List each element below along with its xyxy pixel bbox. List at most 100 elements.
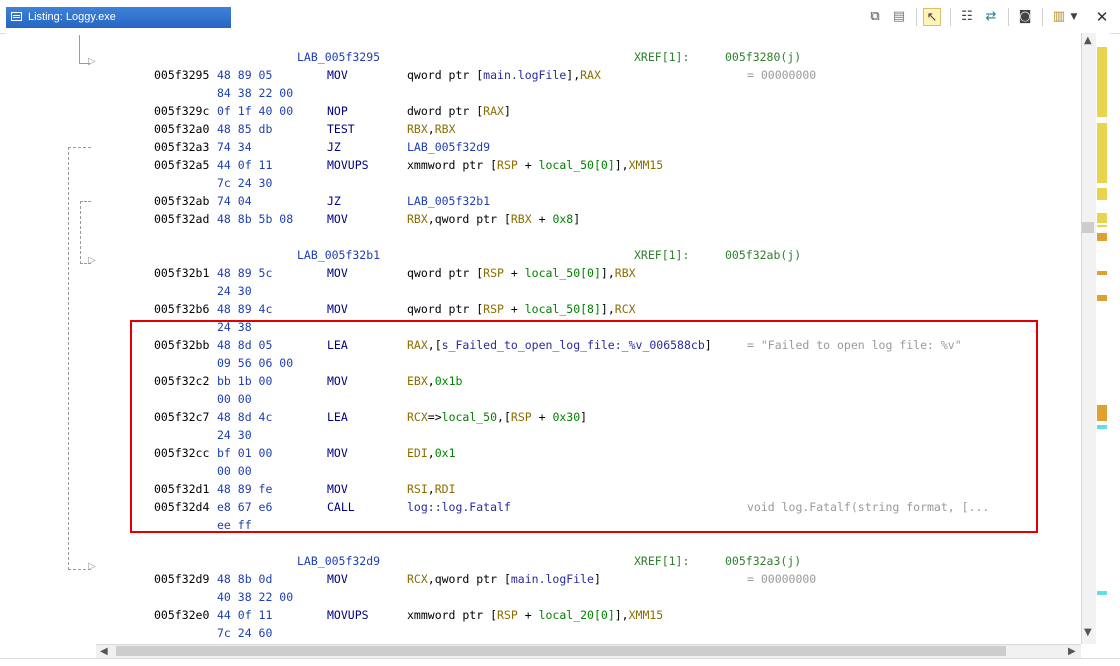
scroll-down-icon[interactable]: ▼: [1084, 627, 1092, 638]
listing-row[interactable]: [96, 228, 1081, 246]
instruction-operands[interactable]: RBX,RBX: [407, 120, 456, 138]
listing-row[interactable]: 005f32a5 44 0f 11 MOVUPS xmmword ptr [RSP +…: [96, 156, 1081, 174]
flow-arrowhead-icon: ▷: [88, 255, 96, 266]
operand-token: xmmword ptr [: [407, 608, 498, 622]
operand-token: ],: [614, 608, 629, 622]
operand-token: RSP: [483, 266, 504, 280]
toolbar-separator: [950, 8, 951, 26]
listing-row[interactable]: [96, 534, 1081, 552]
operand-token: ]: [503, 104, 511, 118]
instruction-operands[interactable]: xmmword ptr [RSP + local_50[0]],XMM15: [407, 156, 663, 174]
flow-arrowhead-icon: ▷: [88, 56, 96, 67]
listing-row[interactable]: 005f32e0 44 0f 11 MOVUPS xmmword ptr [RSP +…: [96, 606, 1081, 624]
instruction-operands[interactable]: qword ptr [RSP + local_50[8]],RCX: [407, 300, 636, 318]
operand-token: ]: [573, 212, 581, 226]
cursor-select-icon[interactable]: ↖: [923, 8, 941, 26]
instruction-operands[interactable]: LAB_005f32b1: [407, 192, 490, 210]
instruction-address: 005f32b1: [154, 266, 210, 280]
operand-token: local_50[0]: [524, 266, 601, 280]
toolbar-separator: [1042, 8, 1043, 26]
operand-token: LAB_005f32d9: [407, 140, 491, 154]
operand-token: ,qword ptr [: [427, 572, 511, 586]
vertical-scroll-thumb[interactable]: [1082, 222, 1094, 233]
instruction-mnemonic: MOV: [327, 302, 348, 316]
instruction-mnemonic: MOVUPS: [327, 158, 369, 172]
overview-marker: [1097, 213, 1107, 223]
code-label: LAB_005f32d9: [297, 554, 381, 568]
scroll-right-icon[interactable]: ▶: [1068, 646, 1076, 657]
display-options-icon[interactable]: ▥: [1050, 8, 1068, 26]
operand-token: +: [503, 266, 525, 280]
listing-row[interactable]: 005f32b1 48 89 5c MOV qword ptr [RSP + loca…: [96, 264, 1081, 282]
operand-token: +: [517, 608, 539, 622]
listing-row[interactable]: 24 30: [96, 282, 1081, 300]
instruction-operands[interactable]: LAB_005f32d9: [407, 138, 490, 156]
operand-token: main.logFile: [483, 68, 567, 82]
listing-row[interactable]: LAB_005f3295 XREF[1]: 005f3280(j): [96, 48, 1081, 66]
listing-row[interactable]: 005f329c 0f 1f 40 00 NOP dword ptr [RAX]: [96, 102, 1081, 120]
instruction-mnemonic: MOVUPS: [327, 608, 369, 622]
operand-token: RBX: [407, 212, 428, 226]
instruction-mnemonic: TEST: [327, 122, 355, 136]
instruction-bytes-continued: 7c 24 60: [217, 626, 273, 640]
listing-row[interactable]: 005f32ab 74 04 JZ LAB_005f32b1: [96, 192, 1081, 210]
vertical-scrollbar[interactable]: ▲ ▼: [1081, 33, 1096, 644]
overview-marker: [1097, 425, 1107, 429]
operand-token: RBX: [510, 212, 532, 226]
listing-row[interactable]: 7c 24 60: [96, 624, 1081, 642]
instruction-operands[interactable]: qword ptr [main.logFile],RAX: [407, 66, 601, 84]
xref-header: XREF[1]:: [634, 50, 690, 64]
listing-row[interactable]: LAB_005f32b1 XREF[1]: 005f32ab(j): [96, 246, 1081, 264]
operand-token: ],: [566, 68, 581, 82]
instruction-bytes: 48 8b 0d: [217, 572, 273, 586]
instruction-operands[interactable]: qword ptr [RSP + local_50[0]],RBX: [407, 264, 636, 282]
listing-row[interactable]: 005f32b6 48 89 4c MOV qword ptr [RSP + loca…: [96, 300, 1081, 318]
scroll-left-icon[interactable]: ◀: [100, 646, 108, 657]
xref-header: XREF[1]:: [634, 248, 690, 262]
operand-token: XMM15: [628, 158, 664, 172]
diff-icon[interactable]: ⇄: [982, 8, 1000, 26]
horizontal-scroll-thumb[interactable]: [116, 646, 1006, 656]
close-icon[interactable]: ✕: [1093, 8, 1111, 26]
window-title: Listing: Loggy.exe: [28, 11, 116, 23]
code-label: LAB_005f32b1: [297, 248, 381, 262]
overview-bar[interactable]: [1096, 33, 1110, 644]
instruction-address: 005f3295: [154, 68, 210, 82]
instruction-bytes-continued: 40 38 22 00: [217, 590, 294, 604]
field-layout-icon[interactable]: ☷: [958, 8, 976, 26]
listing-row[interactable]: 005f32a3 74 34 JZ LAB_005f32d9: [96, 138, 1081, 156]
flow-arrow-margin: ▷ ▷ ▷: [6, 33, 97, 658]
instruction-operands[interactable]: dword ptr [RAX]: [407, 102, 511, 120]
listing-row[interactable]: 005f32d9 48 8b 0d MOV RCX,qword ptr [main.l…: [96, 570, 1081, 588]
operand-token: ],: [600, 266, 615, 280]
operand-token: ,: [427, 122, 435, 136]
instruction-operands[interactable]: RCX,qword ptr [main.logFile]: [407, 570, 601, 588]
operand-token: xmmword ptr [: [407, 158, 498, 172]
dropdown-icon[interactable]: ▼: [1068, 8, 1080, 26]
instruction-bytes: 44 0f 11: [217, 158, 273, 172]
snapshot-icon[interactable]: ◙: [1016, 8, 1034, 26]
listing-row[interactable]: LAB_005f32d9 XREF[1]: 005f32a3(j): [96, 552, 1081, 570]
code-label: LAB_005f3295: [297, 50, 381, 64]
instruction-operands[interactable]: RBX,qword ptr [RBX + 0x8]: [407, 210, 580, 228]
listing-row[interactable]: 84 38 22 00: [96, 84, 1081, 102]
listing-row[interactable]: 005f32ad 48 8b 5b 08 MOV RBX,qword ptr [RBX…: [96, 210, 1081, 228]
highlight-box: [130, 320, 1038, 533]
operand-token: RSP: [483, 302, 504, 316]
operand-token: RBX: [614, 266, 636, 280]
listing-row[interactable]: 40 38 22 00: [96, 588, 1081, 606]
listing-row[interactable]: 005f3295 48 89 05 MOV qword ptr [main.logFi…: [96, 66, 1081, 84]
paste-icon[interactable]: ▤: [890, 8, 908, 26]
scroll-up-icon[interactable]: ▲: [1084, 35, 1092, 46]
instruction-bytes: 48 85 db: [217, 122, 273, 136]
listing-row[interactable]: 005f32a0 48 85 db TEST RBX,RBX: [96, 120, 1081, 138]
listing-row[interactable]: 7c 24 30: [96, 174, 1081, 192]
operand-token: dword ptr [: [407, 104, 484, 118]
xref-header: XREF[1]:: [634, 554, 690, 568]
instruction-address: 005f32b6: [154, 302, 210, 316]
listing-tab[interactable]: Listing: Loggy.exe: [6, 7, 231, 28]
operand-token: local_20[0]: [538, 608, 615, 622]
instruction-operands[interactable]: xmmword ptr [RSP + local_20[0]],XMM15: [407, 606, 663, 624]
copy-icon[interactable]: ⧉: [866, 8, 884, 26]
overview-marker: [1097, 188, 1107, 200]
